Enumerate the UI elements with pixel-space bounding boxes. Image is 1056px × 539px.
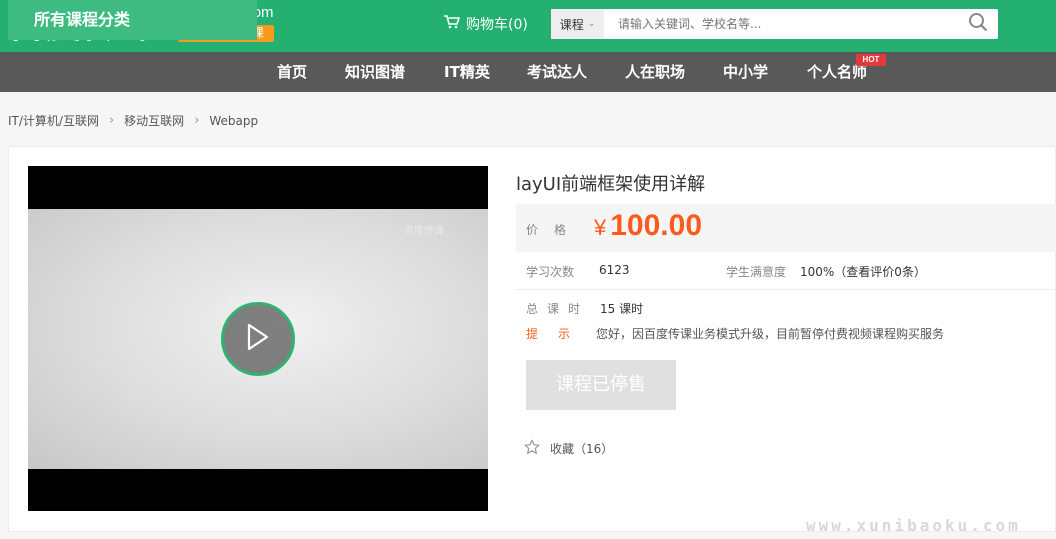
chevron-down-icon: ⌄ (587, 19, 596, 29)
study-count-label: 学习次数 (526, 265, 575, 279)
study-count-value: 6123 (599, 263, 630, 277)
nav-item-exam-master[interactable]: 考试达人 (527, 52, 587, 92)
nav-item-workplace[interactable]: 人在职场 (625, 52, 685, 92)
video-watermark: 百度传课 (404, 226, 444, 237)
divider (516, 289, 1056, 290)
chevron-right-icon: › (108, 113, 115, 128)
price-label: 价格 (526, 223, 583, 237)
search-icon (968, 12, 988, 36)
breadcrumb-item[interactable]: 移动互联网 (124, 112, 184, 129)
notice-value: 您好，因百度传课业务模式升级，目前暂停付费视频课程购买服务 (596, 327, 945, 341)
favorite-button[interactable]: 收藏（16） (524, 439, 613, 458)
all-categories-button[interactable]: 所有课程分类 (8, 0, 257, 40)
star-icon (524, 439, 550, 458)
search-bar: 课程 ⌄ (551, 9, 998, 39)
nav-item-it-elite[interactable]: IT精英 (444, 52, 490, 92)
price-value: ¥100.00 (594, 209, 702, 243)
hot-badge: HOT (856, 54, 886, 66)
price-amount: 100.00 (610, 209, 703, 242)
satisfaction-label: 学生满意度 (726, 265, 787, 279)
course-title: layUI前端框架使用详解 (516, 174, 706, 195)
cart-button[interactable]: 购物车(0) (444, 14, 528, 34)
hours-value: 15 课时 (600, 302, 644, 316)
nav-item-k12[interactable]: 中小学 (723, 52, 768, 92)
play-button[interactable] (221, 302, 295, 376)
play-icon (246, 323, 270, 355)
nav-item-knowledge-map[interactable]: 知识图谱 (345, 52, 405, 92)
search-input[interactable] (604, 10, 958, 38)
search-button[interactable] (958, 9, 998, 39)
breadcrumb: IT/计算机/互联网 › 移动互联网 › Webapp (8, 112, 258, 129)
search-category-label: 课程 (559, 17, 584, 32)
site-watermark: www.xunibaoku.com (806, 516, 1021, 535)
cart-label: 购物车(0) (466, 17, 528, 33)
hours-label: 总课时 (526, 302, 590, 316)
satisfaction-value[interactable]: 100%（查看评价0条） (800, 263, 926, 280)
search-category-select[interactable]: 课程 ⌄ (551, 9, 604, 39)
currency-symbol: ¥ (594, 215, 607, 240)
chevron-right-icon: › (194, 113, 200, 128)
course-stopped-button[interactable]: 课程已停售 (526, 360, 676, 410)
favorite-label: 收藏（16） (550, 442, 614, 456)
notice-label: 提示 (526, 327, 591, 341)
breadcrumb-item[interactable]: Webapp (209, 114, 258, 128)
breadcrumb-item[interactable]: IT/计算机/互联网 (8, 112, 99, 129)
cart-icon (444, 15, 466, 33)
nav-item-home[interactable]: 首页 (277, 52, 307, 92)
